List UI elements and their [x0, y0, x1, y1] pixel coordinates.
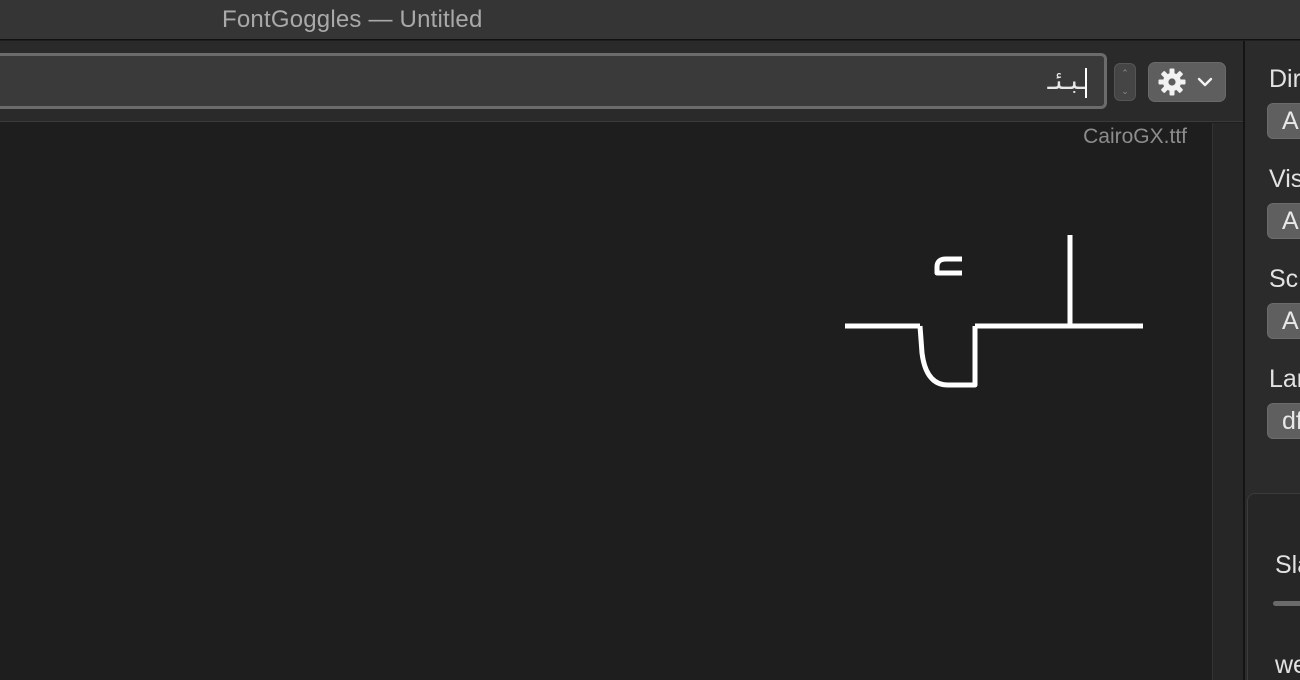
glyph-canvas[interactable]: CairoGX.ttf [0, 123, 1212, 680]
slider-label: Sla [1275, 551, 1300, 579]
settings-menu-button[interactable] [1148, 62, 1226, 102]
direction-label: Dir [1269, 65, 1300, 93]
text-stepper[interactable]: ⌃ ⌄ [1114, 63, 1136, 101]
canvas-vertical-scrollbar[interactable] [1212, 123, 1243, 680]
visual-order-label: Vis [1269, 165, 1300, 193]
window-title: FontGoggles — Untitled [222, 6, 483, 33]
weight-axis-label: we [1275, 651, 1300, 679]
visual-order-popup[interactable]: Au [1267, 203, 1300, 239]
direction-popup[interactable]: Au [1267, 103, 1300, 139]
language-popup[interactable]: df [1267, 403, 1300, 439]
settings-sidebar: Dir Au Vis Au Sc Au Lar df Sla we [1243, 41, 1300, 680]
text-caret [1085, 68, 1087, 98]
toolbar: ⌃ ⌄ [0, 41, 1243, 122]
script-label: Sc [1269, 265, 1299, 293]
title-bar[interactable]: FontGoggles — Untitled [0, 0, 1300, 40]
script-popup[interactable]: Au [1267, 303, 1300, 339]
glyph-hamza-mark [934, 256, 962, 276]
sample-text-field[interactable] [0, 53, 1107, 109]
chevron-down-icon [1197, 77, 1213, 87]
glyph-rendering [845, 235, 1143, 388]
sample-text-input[interactable] [0, 56, 1104, 106]
variation-slider[interactable] [1273, 601, 1300, 606]
stepper-down-button[interactable]: ⌄ [1115, 82, 1135, 100]
fontgoggles-window: FontGoggles — Untitled ⌃ ⌄ [0, 0, 1300, 680]
glyph-beh-bowl [917, 325, 978, 388]
stepper-up-button[interactable]: ⌃ [1115, 64, 1135, 82]
language-label: Lar [1269, 365, 1300, 393]
gear-icon [1158, 68, 1186, 96]
